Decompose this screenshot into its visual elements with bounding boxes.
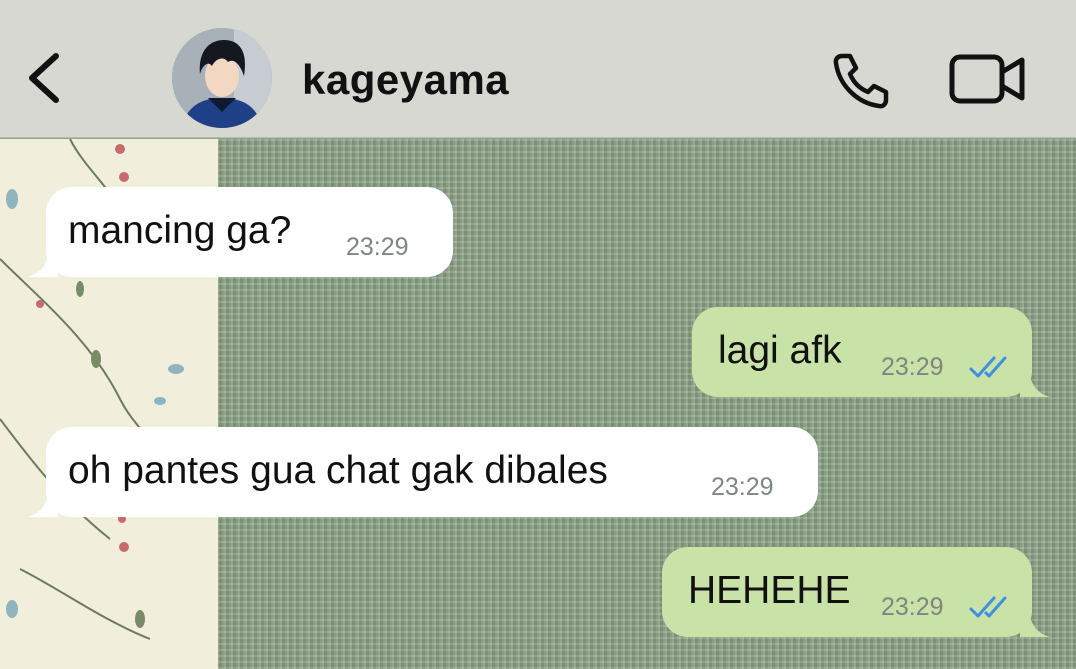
avatar[interactable]: [172, 28, 272, 128]
message-text: oh pantes gua chat gak dibales: [68, 449, 608, 492]
voice-call-button[interactable]: [828, 50, 892, 110]
contact-name[interactable]: kageyama: [302, 56, 509, 104]
video-camera-icon: [949, 54, 1025, 104]
message-text: lagi afk: [718, 329, 842, 372]
message-bubble-incoming[interactable]: mancing ga? 23:29: [28, 187, 453, 277]
back-button[interactable]: [22, 48, 66, 108]
chevron-left-icon: [29, 53, 59, 103]
message-time: 23:29: [346, 233, 409, 261]
bubble-tail: [28, 247, 58, 277]
bubble-tail: [1020, 607, 1050, 637]
phone-icon: [833, 53, 889, 109]
message-text: mancing ga?: [68, 209, 292, 252]
read-receipt-icon: [969, 356, 1007, 378]
avatar-image: [172, 28, 272, 128]
read-receipt-icon: [969, 596, 1007, 618]
chat-header: kageyama: [0, 0, 1076, 138]
message-time: 23:29: [711, 473, 774, 501]
message-time: 23:29: [881, 353, 944, 381]
message-bubble-outgoing[interactable]: lagi afk 23:29: [692, 307, 1050, 397]
bubble-tail: [28, 487, 58, 517]
message-time: 23:29: [881, 593, 944, 621]
message-text: HEHEHE: [688, 569, 851, 612]
message-bubble-incoming[interactable]: oh pantes gua chat gak dibales 23:29: [28, 427, 818, 517]
message-bubble-outgoing[interactable]: HEHEHE 23:29: [662, 547, 1050, 637]
video-call-button[interactable]: [948, 52, 1028, 106]
bubble-tail: [1020, 367, 1050, 397]
